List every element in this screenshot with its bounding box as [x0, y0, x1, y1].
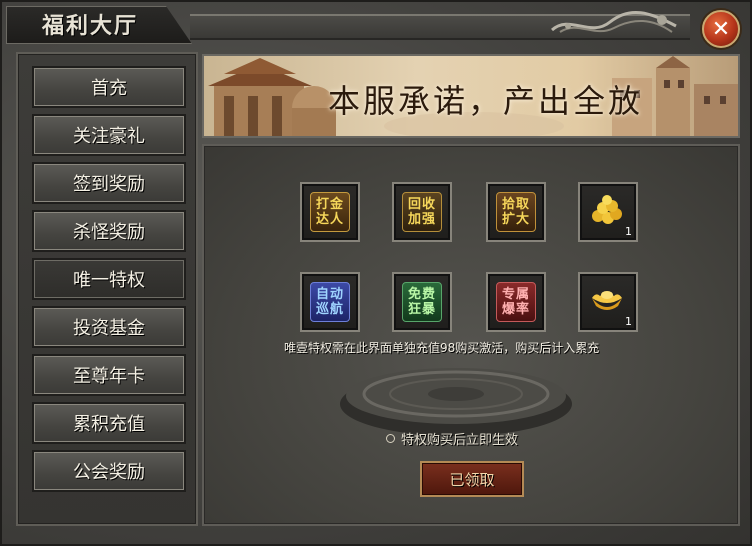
sidebar-item-label: 公会奖励 — [73, 462, 145, 483]
badge-line1: 专属 — [501, 287, 530, 302]
gold-ingot-icon — [592, 291, 622, 310]
sidebar-item-label: 至尊年卡 — [73, 366, 145, 387]
item-slot-gold-ingot[interactable]: 1 — [578, 272, 638, 332]
privilege-slot-free-berserk[interactable]: 免费 狂暴 — [392, 272, 452, 332]
sidebar-item-label: 唯一特权 — [73, 270, 145, 291]
banner-title: 本服承诺，产出全放 — [328, 82, 644, 120]
privilege-slot-recycle-boost[interactable]: 回收 加强 — [392, 182, 452, 242]
sidebar-item-supreme-annual-card[interactable]: 至尊年卡 — [32, 354, 186, 396]
privilege-slot-exclusive-drop-rate[interactable]: 专属 爆率 — [486, 272, 546, 332]
badge-line2: 巡航 — [315, 302, 344, 317]
claimed-button[interactable]: 已领取 — [420, 461, 524, 497]
sidebar-item-cumulative-recharge[interactable]: 累积充值 — [32, 402, 186, 444]
window-title: 福利大厅 — [42, 13, 139, 39]
privilege-badge: 专属 爆率 — [496, 282, 536, 322]
sidebar-item-label: 签到奖励 — [73, 174, 145, 195]
privilege-panel: 打金 达人 回收 加强 拾取 扩大 1 自动 巡航 免费 狂暴 专属 爆率 1 … — [202, 144, 740, 526]
sidebar: 首充 关注豪礼 签到奖励 杀怪奖励 唯一特权 投资基金 至尊年卡 累积充值 公会… — [16, 52, 198, 526]
stone-platform-icon — [340, 368, 572, 436]
badge-line1: 自动 — [315, 287, 344, 302]
badge-line2: 达人 — [315, 212, 344, 227]
badge-line2: 加强 — [407, 212, 436, 227]
close-icon: ✕ — [711, 16, 731, 42]
sidebar-item-label: 关注豪礼 — [73, 126, 145, 147]
bullet-icon — [386, 434, 395, 443]
promo-banner: 本服承诺，产出全放 — [202, 54, 740, 138]
sidebar-item-label: 累积充值 — [73, 414, 145, 435]
sidebar-item-guild-reward[interactable]: 公会奖励 — [32, 450, 186, 492]
item-count: 1 — [625, 315, 632, 328]
privilege-badge: 回收 加强 — [402, 192, 442, 232]
sidebar-item-unique-privilege[interactable]: 唯一特权 — [32, 258, 186, 300]
dragon-ornament-icon — [551, 10, 677, 33]
badge-line1: 免费 — [407, 287, 436, 302]
badge-line1: 回收 — [407, 197, 436, 212]
item-count: 1 — [625, 225, 632, 238]
sidebar-item-label: 首充 — [91, 78, 127, 99]
sidebar-item-sign-in-reward[interactable]: 签到奖励 — [32, 162, 186, 204]
privilege-slot-gold-farming[interactable]: 打金 达人 — [300, 182, 360, 242]
privilege-badge: 自动 巡航 — [310, 282, 350, 322]
welfare-hall-window: 福利大厅 ✕ 首充 关注豪礼 签到奖励 杀怪奖励 唯一特权 投资基金 至尊年卡 … — [0, 0, 752, 546]
badge-line1: 打金 — [315, 197, 344, 212]
badge-line2: 爆率 — [501, 302, 530, 317]
gold-coins-icon — [592, 195, 622, 224]
privilege-badge: 拾取 扩大 — [496, 192, 536, 232]
privilege-slot-auto-cruise[interactable]: 自动 巡航 — [300, 272, 360, 332]
sidebar-item-kill-reward[interactable]: 杀怪奖励 — [32, 210, 186, 252]
item-slot-gold-coins[interactable]: 1 — [578, 182, 638, 242]
privilege-notice: 唯壹特权需在此界面单独充值98购买激活，购买后计入累充 — [284, 341, 600, 355]
privilege-slot-pickup-expand[interactable]: 拾取 扩大 — [486, 182, 546, 242]
tip-text: 特权购买后立即生效 — [401, 433, 519, 448]
close-button[interactable]: ✕ — [702, 10, 740, 48]
badge-line1: 拾取 — [501, 197, 530, 212]
sidebar-item-label: 投资基金 — [73, 318, 145, 339]
badge-line2: 狂暴 — [407, 302, 436, 317]
sidebar-item-investment-fund[interactable]: 投资基金 — [32, 306, 186, 348]
sidebar-item-follow-gift[interactable]: 关注豪礼 — [32, 114, 186, 156]
sidebar-item-first-charge[interactable]: 首充 — [32, 66, 186, 108]
privilege-badge: 免费 狂暴 — [402, 282, 442, 322]
badge-line2: 扩大 — [501, 212, 530, 227]
effect-tip: 特权购买后立即生效 — [386, 429, 518, 448]
sidebar-item-label: 杀怪奖励 — [73, 222, 145, 243]
privilege-badge: 打金 达人 — [310, 192, 350, 232]
